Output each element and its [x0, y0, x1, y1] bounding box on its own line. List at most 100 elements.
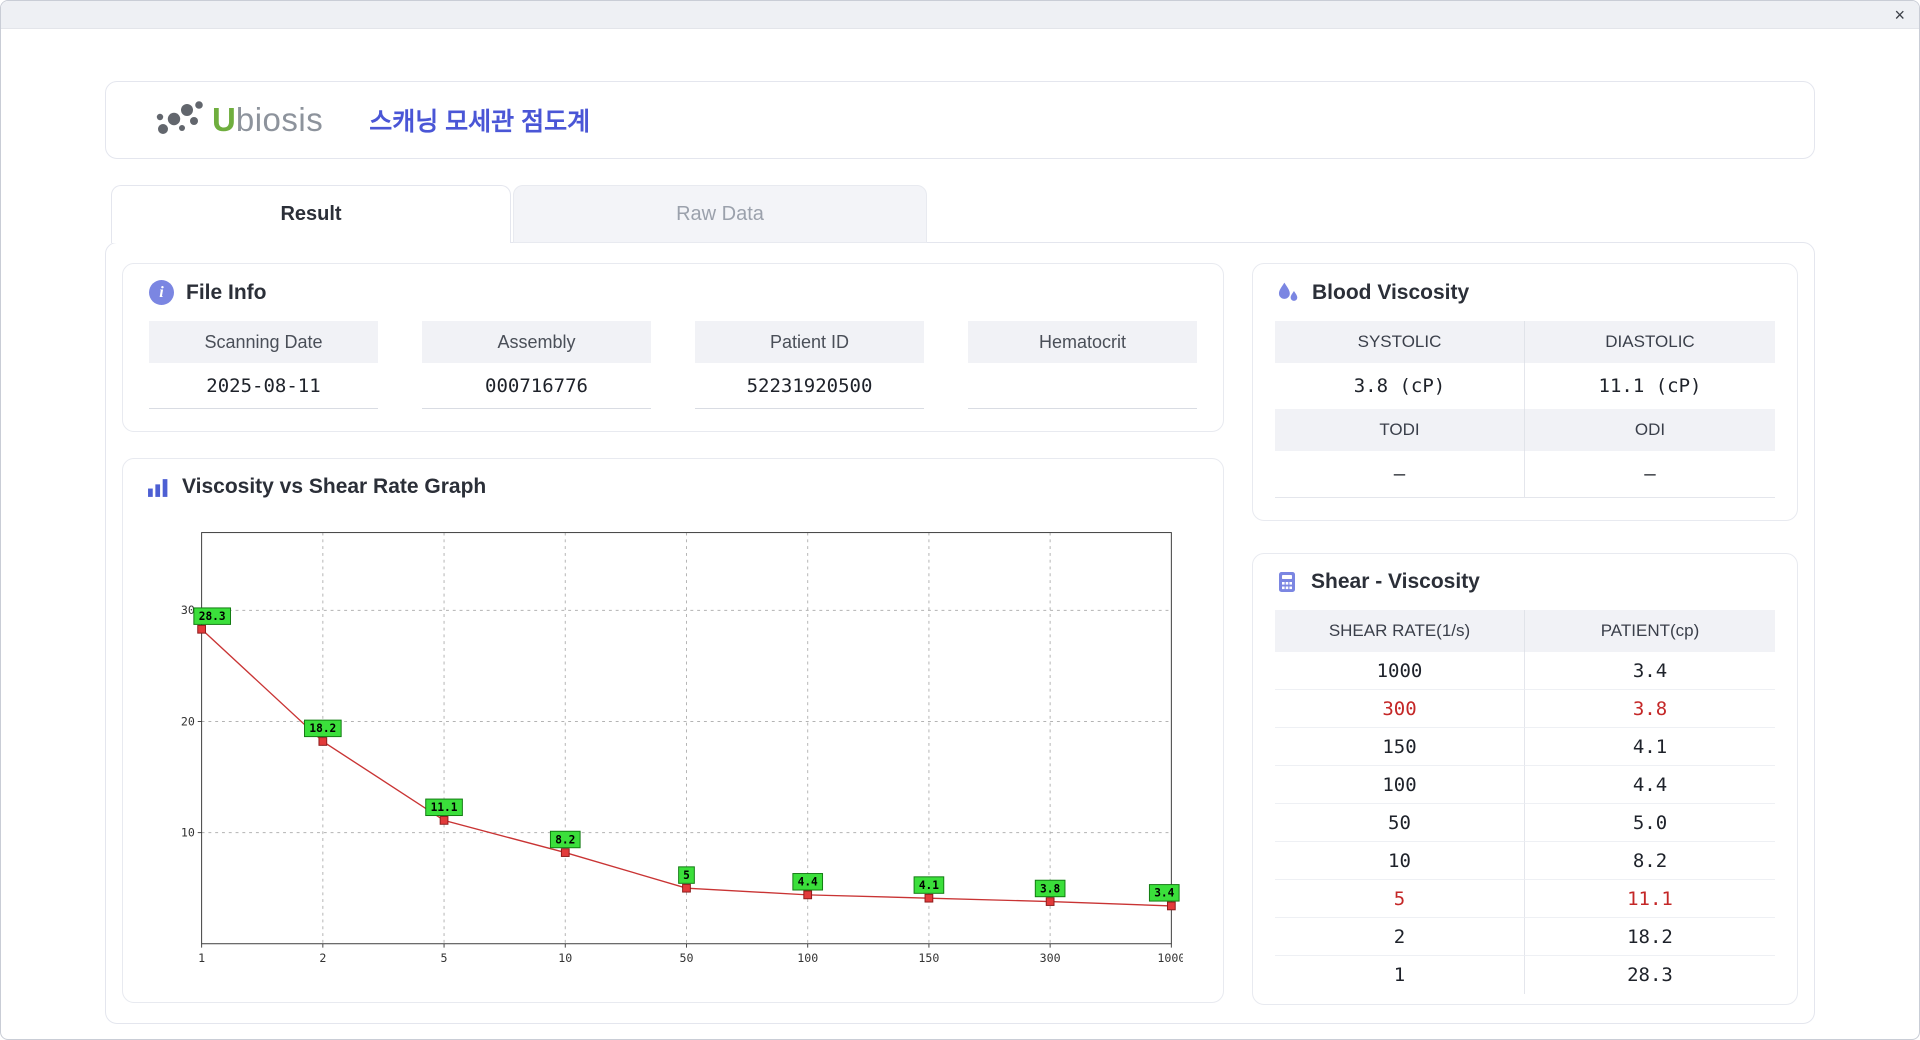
svg-text:5: 5: [441, 951, 448, 965]
graph-header: Viscosity vs Shear Rate Graph: [147, 475, 1199, 499]
column-header: DIASTOLIC: [1525, 321, 1775, 363]
logo-leaf-icon: [156, 101, 203, 134]
viscosity-chart: 10 20 30 1 2 5 10 50 100 150 300 1000 28.3 18.2 11.1 8.…: [181, 532, 1183, 965]
brand-logo: Ubiosis: [152, 97, 323, 143]
file-info-panel: i File Info Scanning Date 2025-08-11 Ass…: [122, 263, 1224, 432]
titlebar: ×: [1, 1, 1919, 29]
column-header: PATIENT(cp): [1525, 610, 1775, 652]
svg-text:18.2: 18.2: [309, 722, 336, 735]
blood-viscosity-panel: Blood Viscosity SYSTOLIC DIASTOLIC 3.8 (…: [1252, 263, 1798, 521]
shear-rate-cell: 1000: [1275, 652, 1525, 690]
patient-cp-cell: 3.4: [1525, 652, 1775, 690]
table-header-row: SHEAR RATE(1/s) PATIENT(cp): [1275, 610, 1775, 652]
table-row: SYSTOLIC DIASTOLIC: [1275, 321, 1775, 363]
header-card: Ubiosis 스캐닝 모세관 점도계: [105, 81, 1815, 159]
viscosity-graph-panel: Viscosity vs Shear Rate Graph 10 20 30 1 2 5 1…: [122, 458, 1224, 1003]
field-value: 52231920500: [695, 363, 924, 409]
app-window: × Ubiosis 스캐닝 모세관 점도계 Result Raw Data i: [0, 0, 1920, 1040]
tab-result[interactable]: Result: [111, 185, 511, 243]
file-info-field: Assembly 000716776: [422, 321, 651, 409]
shear-viscosity-title: Shear - Viscosity: [1311, 570, 1480, 593]
table-row: 100 4.4: [1275, 766, 1775, 804]
brand-text-first: U: [212, 101, 236, 138]
brand-text-rest: biosis: [235, 101, 324, 138]
blood-viscosity-table: SYSTOLIC DIASTOLIC 3.8 (cP) 11.1 (cP) TO…: [1275, 321, 1775, 498]
svg-text:10: 10: [181, 825, 195, 839]
shear-rate-cell: 1: [1275, 956, 1525, 994]
calculator-icon: [1279, 572, 1295, 592]
patient-cp-cell: 11.1: [1525, 880, 1775, 918]
todi-value: –: [1275, 451, 1525, 497]
column-header: ODI: [1525, 409, 1775, 451]
svg-text:1000: 1000: [1157, 951, 1183, 965]
patient-cp-cell: 4.4: [1525, 766, 1775, 804]
patient-cp-cell: 18.2: [1525, 918, 1775, 956]
patient-cp-cell: 4.1: [1525, 728, 1775, 766]
shear-viscosity-table: SHEAR RATE(1/s) PATIENT(cp) 1000 3.4 300…: [1275, 610, 1775, 994]
file-info-header: i File Info: [149, 280, 1197, 305]
blood-viscosity-title: Blood Viscosity: [1312, 280, 1470, 304]
svg-text:3.8: 3.8: [1040, 882, 1060, 895]
diastolic-value: 11.1 (cP): [1598, 375, 1702, 397]
file-info-grid: Scanning Date 2025-08-11 Assembly 000716…: [149, 321, 1197, 409]
svg-text:50: 50: [679, 951, 693, 965]
svg-text:8.2: 8.2: [555, 833, 575, 846]
file-info-title: File Info: [186, 280, 267, 304]
file-info-field: Scanning Date 2025-08-11: [149, 321, 378, 409]
svg-text:30: 30: [181, 603, 195, 617]
table-row: 300 3.8: [1275, 690, 1775, 728]
result-content: i File Info Scanning Date 2025-08-11 Ass…: [105, 242, 1815, 1024]
table-row: 3.8 (cP) 11.1 (cP): [1275, 363, 1775, 409]
file-info-field: Hematocrit: [968, 321, 1197, 409]
table-row: TODI ODI: [1275, 409, 1775, 451]
tab-raw-data[interactable]: Raw Data: [513, 185, 927, 243]
chart-area: 10 20 30 1 2 5 10 50 100 150 300 1000 28.3 18.2 11.1 8.…: [147, 515, 1199, 983]
field-label: Patient ID: [695, 321, 924, 363]
graph-title: Viscosity vs Shear Rate Graph: [182, 475, 487, 498]
patient-cp-cell: 8.2: [1525, 842, 1775, 880]
table-row: – –: [1275, 451, 1775, 497]
field-label: Scanning Date: [149, 321, 378, 363]
svg-text:150: 150: [918, 951, 939, 965]
systolic-value: 3.8 (cP): [1275, 363, 1525, 409]
table-row: 5 11.1: [1275, 880, 1775, 918]
shear-rate-cell: 100: [1275, 766, 1525, 804]
close-button[interactable]: ×: [1894, 6, 1905, 24]
table-row: 50 5.0: [1275, 804, 1775, 842]
droplet-icon: [1278, 282, 1298, 301]
shear-viscosity-header: Shear - Viscosity: [1275, 570, 1775, 594]
shear-rate-cell: 2: [1275, 918, 1525, 956]
shear-viscosity-panel: Shear - Viscosity SHEAR RATE(1/s) PATIEN…: [1252, 553, 1798, 1005]
column-header: TODI: [1275, 409, 1525, 451]
table-row: 10 8.2: [1275, 842, 1775, 880]
field-value: 2025-08-11: [149, 363, 378, 409]
svg-text:1: 1: [198, 951, 205, 965]
shear-rate-cell: 10: [1275, 842, 1525, 880]
column-header: SHEAR RATE(1/s): [1275, 610, 1525, 652]
svg-text:4.1: 4.1: [919, 879, 939, 892]
svg-text:28.3: 28.3: [199, 610, 226, 623]
column-header: SYSTOLIC: [1275, 321, 1525, 363]
svg-text:100: 100: [797, 951, 818, 965]
file-info-field: Patient ID 52231920500: [695, 321, 924, 409]
bar-chart-icon: [148, 478, 168, 497]
field-label: Hematocrit: [968, 321, 1197, 363]
info-icon: i: [149, 280, 174, 305]
shear-rate-cell: 50: [1275, 804, 1525, 842]
blood-viscosity-header: Blood Viscosity: [1275, 280, 1775, 305]
table-row: 1 28.3: [1275, 956, 1775, 994]
right-column: Blood Viscosity SYSTOLIC DIASTOLIC 3.8 (…: [1252, 263, 1798, 1005]
svg-text:4.4: 4.4: [798, 876, 818, 889]
page-title: 스캐닝 모세관 점도계: [369, 108, 591, 136]
svg-text:3.4: 3.4: [1154, 887, 1174, 900]
field-label: Assembly: [422, 321, 651, 363]
svg-text:300: 300: [1040, 951, 1061, 965]
patient-cp-cell: 3.8: [1525, 690, 1775, 728]
left-column: i File Info Scanning Date 2025-08-11 Ass…: [122, 263, 1224, 1003]
tab-bar: Result Raw Data: [111, 185, 1919, 243]
field-value: [968, 363, 1197, 409]
table-row: 2 18.2: [1275, 918, 1775, 956]
odi-value: –: [1644, 463, 1656, 485]
svg-text:5: 5: [683, 869, 690, 882]
shear-rate-cell: 5: [1275, 880, 1525, 918]
